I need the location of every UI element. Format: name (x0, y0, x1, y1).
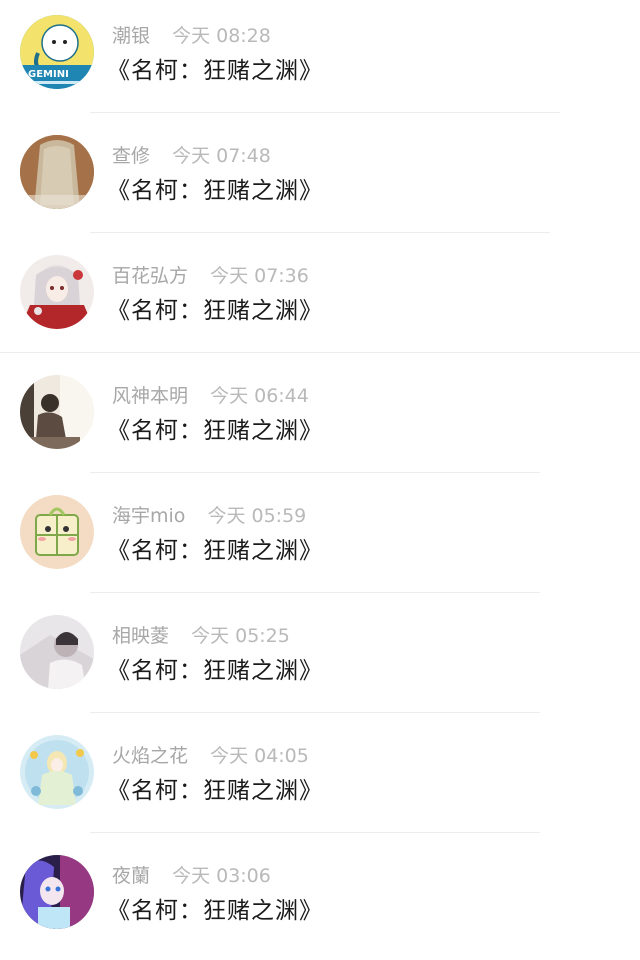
timestamp: 今天 05:59 (207, 505, 307, 527)
avatar[interactable] (20, 735, 94, 809)
divider (90, 592, 540, 593)
avatar[interactable] (20, 495, 94, 569)
comment-feed: GEMINI 潮银 今天 08:28 《名柯：狂赌之渊》 查修 今天 07:48… (0, 0, 640, 941)
avatar[interactable] (20, 615, 94, 689)
message-text: 《名柯：狂赌之渊》 (107, 58, 323, 84)
username[interactable]: 相映菱 (112, 625, 169, 647)
list-item[interactable]: 夜蘭 今天 03:06 《名柯：狂赌之渊》 (0, 840, 640, 960)
avatar-logo-text: GEMINI (28, 69, 69, 80)
list-item[interactable]: 查修 今天 07:48 《名柯：狂赌之渊》 (0, 120, 640, 240)
message-text: 《名柯：狂赌之渊》 (107, 538, 323, 564)
message-text: 《名柯：狂赌之渊》 (107, 298, 323, 324)
avatar[interactable]: GEMINI (20, 15, 94, 89)
username[interactable]: 风神本明 (112, 385, 188, 407)
list-item[interactable]: 火焰之花 今天 04:05 《名柯：狂赌之渊》 (0, 720, 640, 840)
list-item[interactable]: 海宇mio 今天 05:59 《名柯：狂赌之渊》 (0, 480, 640, 600)
list-item[interactable]: GEMINI 潮银 今天 08:28 《名柯：狂赌之渊》 (0, 0, 640, 120)
username[interactable]: 查修 (112, 145, 150, 167)
message-text: 《名柯：狂赌之渊》 (107, 658, 323, 684)
divider (90, 832, 540, 833)
divider (90, 112, 560, 113)
timestamp: 今天 03:06 (172, 865, 271, 887)
message-text: 《名柯：狂赌之渊》 (107, 418, 323, 444)
message-text: 《名柯：狂赌之渊》 (107, 898, 323, 924)
message-text: 《名柯：狂赌之渊》 (107, 178, 323, 204)
avatar[interactable] (20, 135, 94, 209)
message-text: 《名柯：狂赌之渊》 (107, 778, 323, 804)
timestamp: 今天 08:28 (172, 25, 271, 47)
list-item[interactable]: 风神本明 今天 06:44 《名柯：狂赌之渊》 (0, 360, 640, 480)
timestamp: 今天 07:36 (210, 265, 309, 287)
timestamp: 今天 05:25 (191, 625, 290, 647)
timestamp: 今天 07:48 (172, 145, 271, 167)
divider (90, 712, 540, 713)
username[interactable]: 海宇mio (112, 505, 185, 527)
divider (90, 472, 540, 473)
username[interactable]: 火焰之花 (112, 745, 188, 767)
list-item[interactable]: 百花弘方 今天 07:36 《名柯：狂赌之渊》 (0, 240, 640, 360)
avatar[interactable] (20, 255, 94, 329)
divider (0, 352, 640, 353)
timestamp: 今天 06:44 (210, 385, 309, 407)
avatar[interactable] (20, 855, 94, 929)
username[interactable]: 百花弘方 (112, 265, 188, 287)
timestamp: 今天 04:05 (210, 745, 309, 767)
divider (90, 232, 550, 233)
username[interactable]: 潮银 (112, 25, 150, 47)
avatar[interactable] (20, 375, 94, 449)
list-item[interactable]: 相映菱 今天 05:25 《名柯：狂赌之渊》 (0, 600, 640, 720)
username[interactable]: 夜蘭 (112, 865, 150, 887)
